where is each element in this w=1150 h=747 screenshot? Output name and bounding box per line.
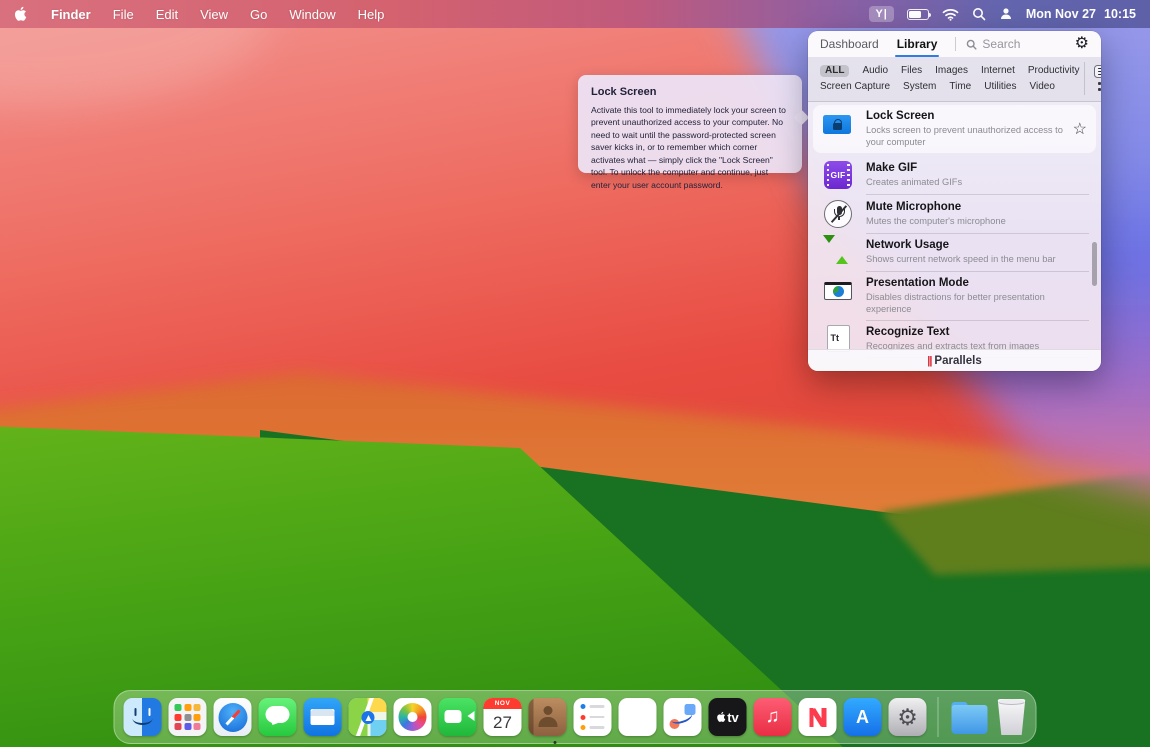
category-productivity[interactable]: Productivity <box>1028 65 1080 76</box>
apple-menu-icon[interactable] <box>14 6 29 22</box>
category-files[interactable]: Files <box>901 65 922 76</box>
parallels-toolbox-menubar-icon[interactable]: Y| <box>869 6 893 22</box>
tool-desc: Disables distractions for better present… <box>866 291 1087 315</box>
tool-desc: Mutes the computer's microphone <box>866 215 1087 227</box>
tool-title: Lock Screen <box>866 110 1067 122</box>
dock-mail-icon[interactable] <box>304 698 342 736</box>
tool-title: Network Usage <box>866 239 1087 251</box>
dock-system-settings-icon[interactable]: ⚙ <box>889 698 927 736</box>
network-usage-icon <box>820 238 856 266</box>
dock-safari-icon[interactable] <box>214 698 252 736</box>
battery-icon[interactable] <box>907 9 929 20</box>
tool-title: Presentation Mode <box>866 277 1087 289</box>
category-all[interactable]: ALL <box>820 65 849 77</box>
tool-row-mute-microphone[interactable]: Mute Microphone Mutes the computer's mic… <box>808 195 1101 233</box>
wifi-icon[interactable] <box>942 8 959 21</box>
dock-news-icon[interactable] <box>799 698 837 736</box>
menu-bar: Finder File Edit View Go Window Help Y| <box>0 0 1150 28</box>
dock-tv-icon[interactable]: tv <box>709 698 747 736</box>
dock-notes-icon[interactable] <box>619 698 657 736</box>
presentation-mode-icon <box>820 282 856 310</box>
tool-desc: Creates animated GIFs <box>866 176 1087 188</box>
gear-icon[interactable]: ⚙ <box>1075 36 1089 52</box>
dock-music-icon[interactable]: ♫ <box>754 698 792 736</box>
menu-window[interactable]: Window <box>289 7 335 22</box>
search-placeholder: Search <box>982 37 1020 51</box>
tooltip-title: Lock Screen <box>591 86 789 98</box>
lock-screen-tooltip: Lock Screen Activate this tool to immedi… <box>578 75 802 173</box>
menu-file[interactable]: File <box>113 7 134 22</box>
tool-row-lock-screen[interactable]: Lock Screen Locks screen to prevent unau… <box>813 105 1096 153</box>
dock-launchpad-icon[interactable] <box>169 698 207 736</box>
scrollbar-thumb[interactable] <box>1092 242 1097 286</box>
finder-running-indicator <box>553 741 557 745</box>
tab-library[interactable]: Library <box>897 31 938 57</box>
mute-microphone-icon <box>820 200 856 228</box>
parallels-toolbox-panel: Dashboard Library Search ⚙ ALL Audio Fil… <box>808 31 1101 371</box>
menubar-date: Mon Nov 27 <box>1026 7 1096 21</box>
category-internet[interactable]: Internet <box>981 65 1015 76</box>
tooltip-body: Activate this tool to immediately lock y… <box>591 104 789 191</box>
tool-row-network-usage[interactable]: Network Usage Shows current network spee… <box>808 233 1101 271</box>
menubar-clock[interactable]: Mon Nov 27 10:15 <box>1026 7 1136 21</box>
dock-calendar-icon[interactable]: NOV 27 <box>484 698 522 736</box>
dock-reminders-icon[interactable] <box>574 698 612 736</box>
menubar-time: 10:15 <box>1104 7 1136 21</box>
tool-desc: Shows current network speed in the menu … <box>866 253 1087 265</box>
search-icon <box>966 39 977 50</box>
tool-row-presentation-mode[interactable]: Presentation Mode Disables distractions … <box>808 272 1101 320</box>
dock-contacts-icon[interactable] <box>529 698 567 736</box>
menu-view[interactable]: View <box>200 7 228 22</box>
menu-go[interactable]: Go <box>250 7 267 22</box>
menu-edit[interactable]: Edit <box>156 7 178 22</box>
dock: NOV 27 tv ♫ A ⚙ <box>114 690 1037 744</box>
dock-finder-icon[interactable] <box>124 698 162 736</box>
tool-row-make-gif[interactable]: GIF Make GIF Creates animated GIFs <box>808 156 1101 194</box>
category-images[interactable]: Images <box>935 65 968 76</box>
dock-appstore-icon[interactable]: A <box>844 698 882 736</box>
parallels-logo-icon: || <box>927 355 931 367</box>
category-utilities[interactable]: Utilities <box>984 81 1016 92</box>
panel-header: Dashboard Library Search ⚙ <box>808 31 1101 57</box>
list-view-button[interactable] <box>1094 65 1101 78</box>
user-switch-icon[interactable] <box>999 7 1013 21</box>
make-gif-icon: GIF <box>820 161 856 189</box>
category-screen-capture[interactable]: Screen Capture <box>820 81 890 92</box>
favorite-star-icon[interactable]: ☆ <box>1073 119 1087 139</box>
spotlight-search-icon[interactable] <box>972 7 986 21</box>
search-input[interactable]: Search <box>966 37 1074 51</box>
tab-dashboard[interactable]: Dashboard <box>820 31 879 57</box>
category-system[interactable]: System <box>903 81 936 92</box>
tool-title: Mute Microphone <box>866 201 1087 213</box>
tool-desc: Locks screen to prevent unauthorized acc… <box>866 124 1067 148</box>
tool-title: Recognize Text <box>866 326 1087 338</box>
category-bar: ALL Audio Files Images Internet Producti… <box>808 57 1101 102</box>
panel-footer: || Parallels <box>808 349 1101 371</box>
desktop: Finder File Edit View Go Window Help Y| <box>0 0 1150 747</box>
menu-help[interactable]: Help <box>358 7 385 22</box>
parallels-logo-text: Parallels <box>934 355 981 367</box>
dock-maps-icon[interactable] <box>349 698 387 736</box>
tool-list: Lock Screen Locks screen to prevent unau… <box>808 105 1101 358</box>
header-divider <box>955 37 956 51</box>
lock-screen-icon <box>820 115 856 143</box>
dock-divider <box>938 697 939 737</box>
grid-view-button[interactable] <box>1098 82 1101 92</box>
dock-messages-icon[interactable] <box>259 698 297 736</box>
dock-freeform-icon[interactable] <box>664 698 702 736</box>
tool-title: Make GIF <box>866 162 1087 174</box>
category-time[interactable]: Time <box>949 81 971 92</box>
dock-downloads-folder-icon[interactable] <box>950 702 990 736</box>
dock-facetime-icon[interactable] <box>439 698 477 736</box>
dock-photos-icon[interactable] <box>394 698 432 736</box>
category-audio[interactable]: Audio <box>862 65 888 76</box>
menu-finder[interactable]: Finder <box>51 7 91 22</box>
category-video[interactable]: Video <box>1029 81 1054 92</box>
dock-trash-icon[interactable] <box>997 699 1027 735</box>
